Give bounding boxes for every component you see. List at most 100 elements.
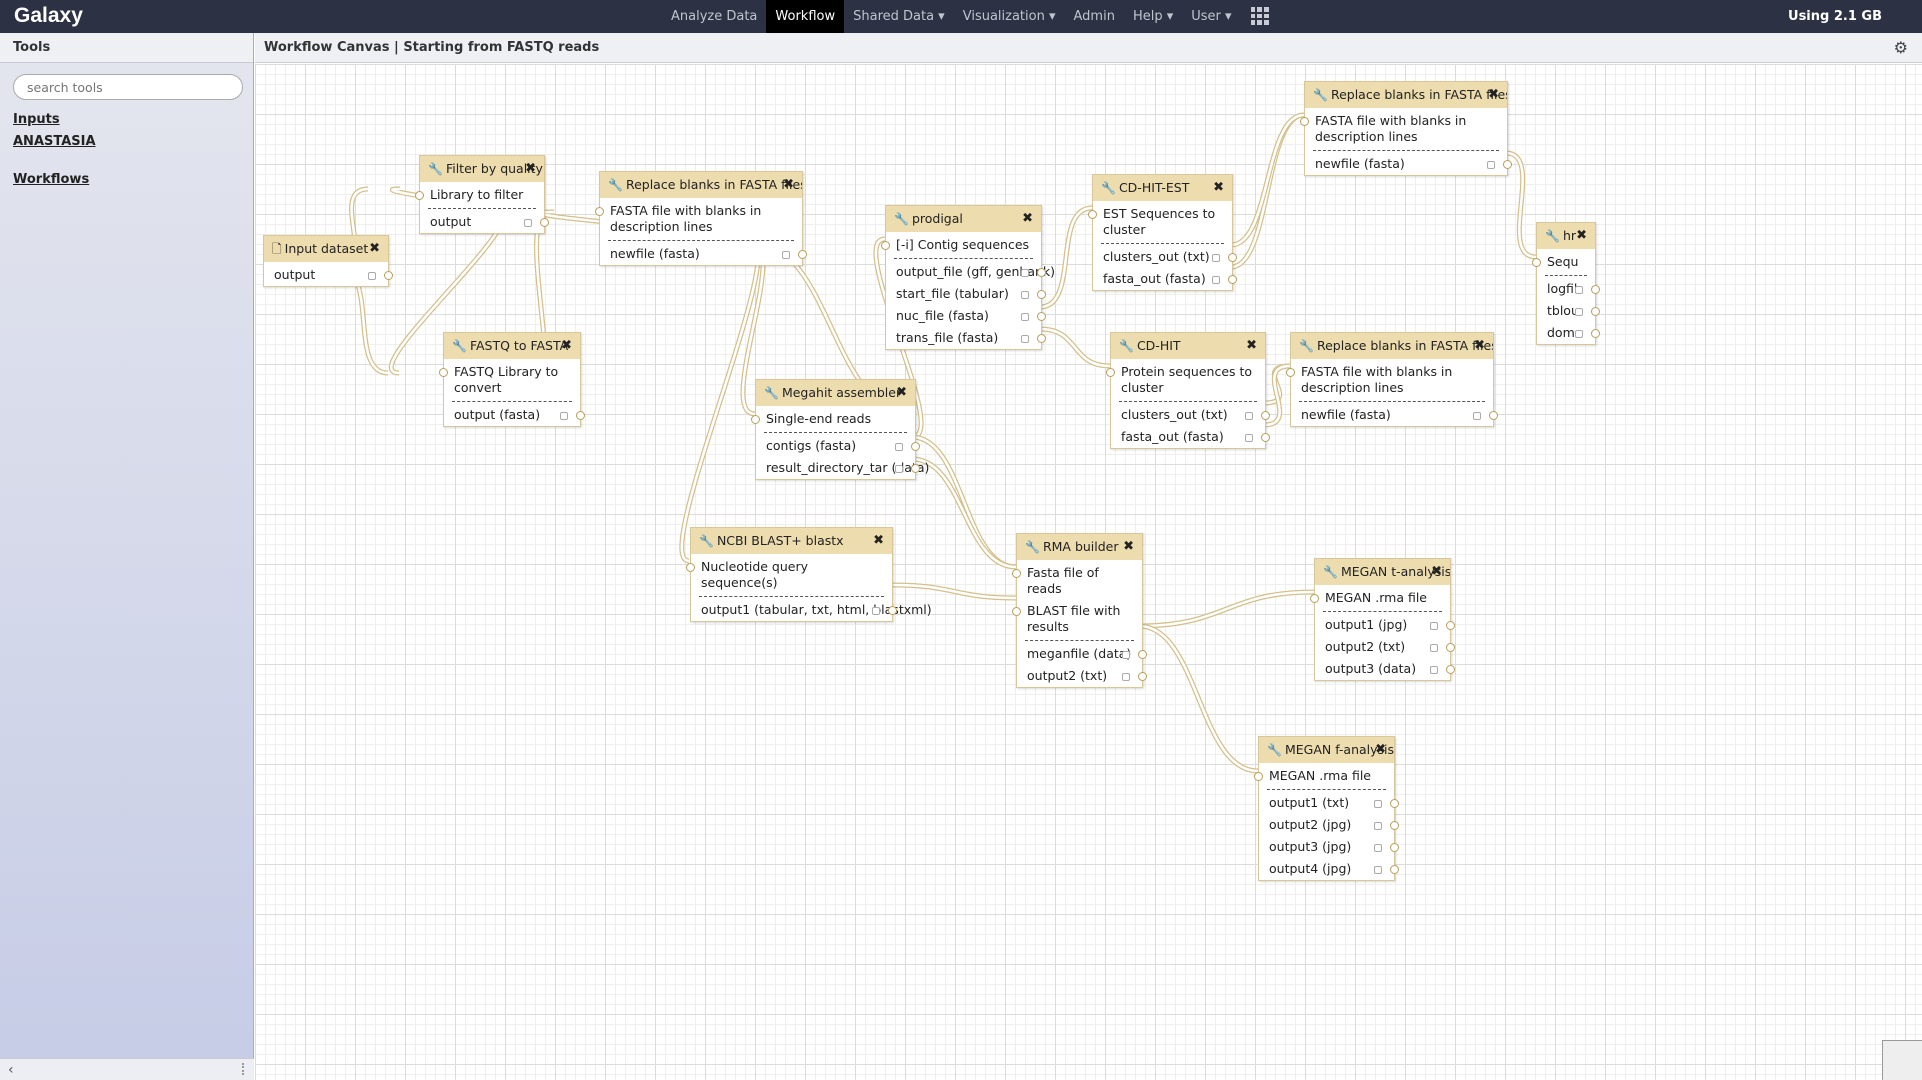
output-terminal[interactable]: [1390, 843, 1399, 852]
output-terminal[interactable]: [1390, 799, 1399, 808]
input-terminal[interactable]: [415, 191, 424, 200]
output-checkbox[interactable]: [368, 272, 376, 280]
node-title[interactable]: 🔧 CD-HIT ✖: [1111, 333, 1265, 359]
nav-visualization[interactable]: Visualization ▾: [954, 0, 1065, 33]
node-title[interactable]: 🔧 MEGAN t-analysis ✖: [1315, 559, 1450, 585]
workflow-node-replace-blanks-in-fasta-files[interactable]: 🔧 Replace blanks in FASTA files ✖ FASTA fil…: [595, 171, 807, 266]
input-terminal[interactable]: [751, 415, 760, 424]
output-checkbox[interactable]: [782, 251, 790, 259]
workflow-node-replace-blanks-in-fasta-files[interactable]: 🔧 Replace blanks in FASTA files ✖ FASTA fil…: [1286, 332, 1498, 427]
close-icon[interactable]: ✖: [1022, 206, 1033, 232]
output-terminal[interactable]: [1591, 285, 1600, 294]
close-icon[interactable]: ✖: [525, 156, 536, 182]
node-title[interactable]: 🔧 Megahit assembler ✖: [756, 380, 915, 406]
workflow-node-megahit-assembler[interactable]: 🔧 Megahit assembler ✖ Single-end reads conti…: [751, 379, 929, 480]
input-terminal[interactable]: [881, 241, 890, 250]
output-terminal[interactable]: [576, 411, 585, 420]
node-title[interactable]: 🗋 Input dataset ✖: [264, 236, 388, 262]
workflow-node-rma-builder[interactable]: 🔧 RMA builder ✖ Fasta file of reads BLAST fi…: [1012, 533, 1147, 688]
nav-workflow[interactable]: Workflow: [766, 0, 845, 33]
output-terminal[interactable]: [1591, 329, 1600, 338]
output-terminal[interactable]: [798, 250, 807, 259]
close-icon[interactable]: ✖: [1375, 737, 1386, 763]
output-checkbox[interactable]: [1245, 434, 1253, 442]
output-checkbox[interactable]: [1374, 800, 1382, 808]
output-checkbox[interactable]: [1487, 161, 1495, 169]
output-terminal[interactable]: [911, 442, 920, 451]
workflow-node-cd-hit-est[interactable]: 🔧 CD-HIT-EST ✖ EST Sequences to cluster clus…: [1088, 174, 1237, 291]
close-icon[interactable]: ✖: [1431, 559, 1442, 585]
output-checkbox[interactable]: [1212, 276, 1220, 284]
output-terminal[interactable]: [888, 606, 897, 615]
input-terminal[interactable]: [1106, 368, 1115, 377]
output-terminal[interactable]: [1138, 650, 1147, 659]
input-terminal[interactable]: [1254, 772, 1263, 781]
workflow-node-prodigal[interactable]: 🔧 prodigal ✖ [-i] Contig sequences output_fi…: [881, 205, 1055, 350]
close-icon[interactable]: ✖: [896, 380, 907, 406]
input-terminal[interactable]: [439, 368, 448, 377]
output-checkbox[interactable]: [1122, 651, 1130, 659]
input-terminal[interactable]: [1088, 210, 1097, 219]
node-title[interactable]: 🔧 prodigal ✖: [886, 206, 1041, 232]
node-title[interactable]: 🔧 hr ✖: [1537, 223, 1595, 249]
gear-icon[interactable]: ⚙: [1894, 33, 1908, 63]
workflow-node-ncbi-blast-blastx[interactable]: 🔧 NCBI BLAST+ blastx ✖ Nucleotide query seq…: [686, 527, 932, 622]
quota-meter[interactable]: Using 2.1 GB: [1788, 0, 1882, 33]
tool-section-workflows[interactable]: Workflows: [13, 172, 89, 187]
input-terminal[interactable]: [686, 563, 695, 572]
output-terminal[interactable]: [1446, 665, 1455, 674]
workflow-node-replace-blanks-in-fasta-files[interactable]: 🔧 Replace blanks in FASTA files ✖ FASTA fil…: [1300, 81, 1512, 176]
output-terminal[interactable]: [1390, 865, 1399, 874]
node-title[interactable]: 🔧 NCBI BLAST+ blastx ✖: [691, 528, 892, 554]
output-checkbox[interactable]: [872, 607, 880, 615]
input-terminal[interactable]: [595, 207, 604, 216]
search-tools-input[interactable]: [13, 74, 243, 100]
workflow-node-input-dataset[interactable]: 🗋 Input dataset ✖ output: [263, 235, 393, 287]
output-terminal[interactable]: [1446, 643, 1455, 652]
close-icon[interactable]: ✖: [561, 333, 572, 359]
nav-admin[interactable]: Admin: [1065, 0, 1124, 33]
output-terminal[interactable]: [1261, 433, 1270, 442]
output-terminal[interactable]: [1228, 275, 1237, 284]
output-checkbox[interactable]: [1122, 673, 1130, 681]
output-checkbox[interactable]: [1374, 866, 1382, 874]
output-checkbox[interactable]: [1430, 622, 1438, 630]
output-checkbox[interactable]: [560, 412, 568, 420]
panel-resize-handle[interactable]: [242, 1063, 248, 1075]
close-icon[interactable]: ✖: [1213, 175, 1224, 201]
output-terminal[interactable]: [1390, 821, 1399, 830]
close-icon[interactable]: ✖: [873, 528, 884, 554]
output-checkbox[interactable]: [1473, 412, 1481, 420]
output-terminal[interactable]: [540, 218, 549, 227]
output-checkbox[interactable]: [1430, 666, 1438, 674]
output-terminal[interactable]: [1037, 334, 1046, 343]
scroll-left-icon[interactable]: ‹: [8, 1062, 14, 1078]
output-terminal[interactable]: [1489, 411, 1498, 420]
output-terminal[interactable]: [1037, 268, 1046, 277]
workflow-node-cd-hit[interactable]: 🔧 CD-HIT ✖ Protein sequences to cluster clus…: [1106, 332, 1270, 449]
close-icon[interactable]: ✖: [783, 172, 794, 198]
node-title[interactable]: 🔧 FASTQ to FASTA ✖: [444, 333, 580, 359]
output-terminal[interactable]: [1037, 312, 1046, 321]
nav-user[interactable]: User ▾: [1182, 0, 1240, 33]
output-checkbox[interactable]: [1021, 269, 1029, 277]
input-terminal[interactable]: [1012, 569, 1021, 578]
workflow-node-megan-f-analysis[interactable]: 🔧 MEGAN f-analysis ✖ MEGAN .rma file output1…: [1254, 736, 1399, 881]
output-terminal[interactable]: [1138, 672, 1147, 681]
close-icon[interactable]: ✖: [1123, 534, 1134, 560]
output-checkbox[interactable]: [1021, 313, 1029, 321]
output-terminal[interactable]: [1591, 307, 1600, 316]
output-terminal[interactable]: [1261, 411, 1270, 420]
node-title[interactable]: 🔧 MEGAN f-analysis ✖: [1259, 737, 1394, 763]
node-title[interactable]: 🔧 Replace blanks in FASTA files ✖: [600, 172, 802, 198]
output-checkbox[interactable]: [1021, 291, 1029, 299]
nav-analyze-data[interactable]: Analyze Data: [662, 0, 766, 33]
apps-grid-icon[interactable]: [1250, 7, 1269, 25]
output-terminal[interactable]: [384, 271, 393, 280]
nav-help[interactable]: Help ▾: [1124, 0, 1182, 33]
workflow-node-filter-by-quality[interactable]: 🔧 Filter by quality ✖ Library to filter outp…: [415, 155, 549, 234]
output-checkbox[interactable]: [1374, 844, 1382, 852]
output-checkbox[interactable]: [524, 219, 532, 227]
close-icon[interactable]: ✖: [369, 236, 380, 262]
input-terminal[interactable]: [1012, 607, 1021, 616]
